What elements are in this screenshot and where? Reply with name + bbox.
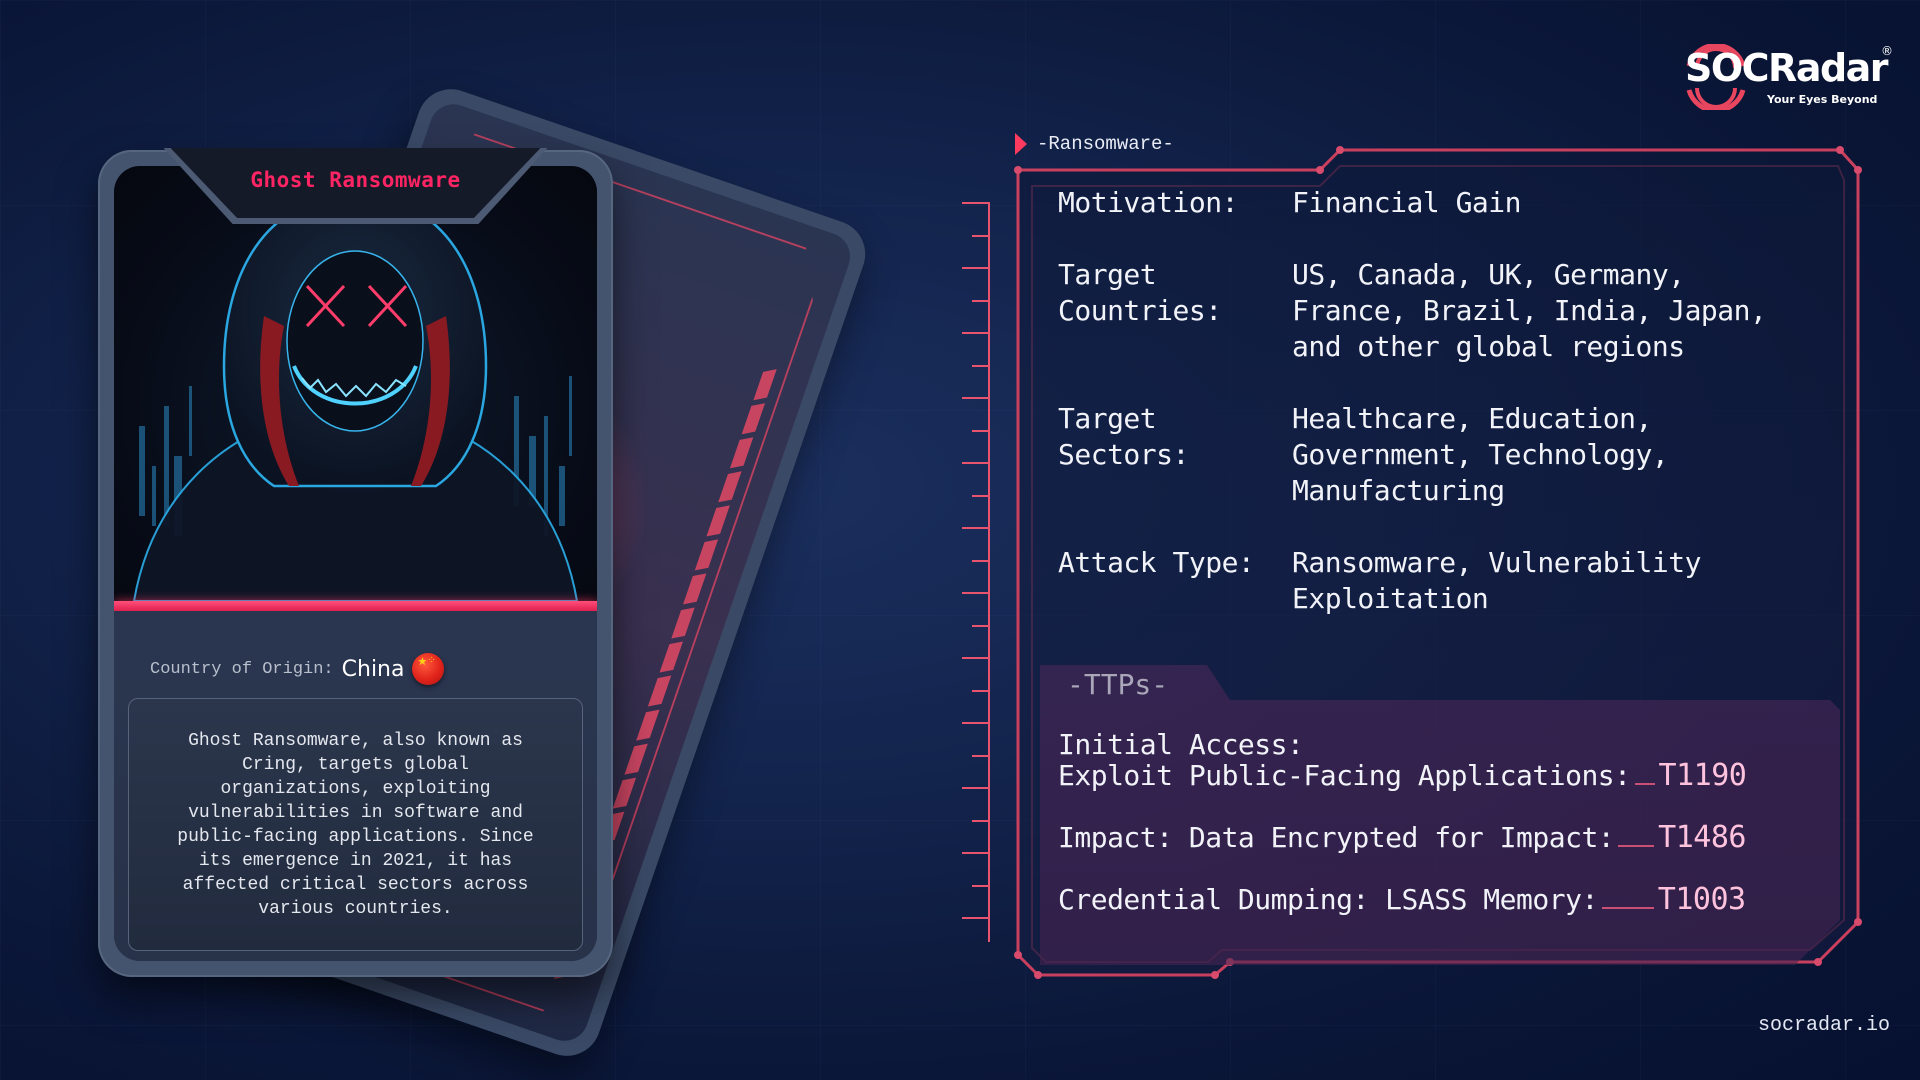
ruler-tick: [972, 429, 990, 432]
info-row-target-countries: Target Countries: US, Canada, UK, German…: [1058, 257, 1838, 365]
ruler-decoration: [960, 202, 990, 942]
socradar-logo[interactable]: SOCRadar ® Your Eyes Beyond: [1685, 42, 1895, 114]
ttp-id: T1190: [1658, 758, 1747, 793]
logo-tagline: Your Eyes Beyond: [1767, 93, 1878, 106]
ruler-tick: [972, 299, 990, 302]
row-value: Financial Gain: [1292, 186, 1522, 219]
ruler-tick: [962, 397, 990, 399]
ttp-id: T1486: [1658, 820, 1746, 855]
ttp-item: Impact: Data Encrypted for Impact: T1486: [1058, 822, 1818, 853]
ruler-tick: [962, 852, 990, 854]
hooded-hacker-image: [114, 166, 597, 601]
threat-info-list: Motivation: Financial Gain Target Countr…: [1058, 185, 1838, 653]
category-tag: -Ransomware-: [1015, 133, 1174, 155]
category-label: -Ransomware-: [1037, 133, 1174, 155]
row-label: Target Sectors:: [1058, 402, 1189, 471]
description-box: Ghost Ransomware, also known as Cring, t…: [128, 698, 583, 951]
ruler-tick: [962, 592, 990, 594]
ttp-name: Impact: Data Encrypted for Impact:: [1058, 821, 1615, 854]
info-row-target-sectors: Target Sectors: Healthcare, Education, G…: [1058, 401, 1838, 509]
info-row-motivation: Motivation: Financial Gain: [1058, 185, 1838, 221]
ttp-leader-line: [1601, 907, 1654, 909]
ruler-tick: [962, 332, 990, 334]
ttp-item: Credential Dumping: LSASS Memory: T1003: [1058, 884, 1818, 915]
origin-label: Country of Origin:: [150, 659, 334, 679]
ttp-name: Initial Access: Exploit Public-Facing Ap…: [1058, 728, 1631, 792]
ruler-tick: [972, 819, 990, 822]
row-label: Motivation:: [1058, 186, 1238, 219]
ttp-name: Credential Dumping: LSASS Memory:: [1058, 883, 1598, 916]
ruler-tick: [972, 754, 990, 757]
logo-wordmark: SOCRadar: [1685, 46, 1889, 90]
triangle-arrow-icon: [1015, 133, 1027, 155]
card-title: Ghost Ransomware: [250, 168, 461, 192]
footer-url[interactable]: socradar.io: [1758, 1014, 1890, 1037]
ruler-tick: [962, 657, 990, 659]
ruler-tick: [972, 234, 990, 237]
ttps-title: -TTPs-: [1067, 668, 1169, 701]
threat-actor-card: Country of Origin: China Ghost Ransomwar…: [98, 148, 613, 977]
ruler-tick: [972, 364, 990, 367]
ruler-tick: [972, 559, 990, 562]
info-row-attack-type: Attack Type: Ransomware, Vulnerability E…: [1058, 545, 1838, 617]
ttp-id: T1003: [1657, 882, 1746, 917]
row-label: Attack Type:: [1058, 546, 1255, 579]
description-text: Ghost Ransomware, also known as Cring, t…: [177, 730, 534, 919]
ttps-list: Initial Access: Exploit Public-Facing Ap…: [1058, 729, 1818, 946]
accent-bar: [114, 601, 597, 611]
registered-mark: ®: [1881, 44, 1893, 58]
ruler-tick: [972, 494, 990, 497]
ruler-tick: [962, 527, 990, 529]
row-label: Target Countries:: [1058, 258, 1222, 327]
ruler-tick: [972, 884, 990, 887]
ttp-leader-line: [1634, 783, 1655, 785]
ruler-tick: [962, 787, 990, 789]
ruler-tick: [962, 917, 990, 919]
ruler-tick: [972, 689, 990, 692]
ruler-tick: [962, 462, 990, 464]
ruler-spine: [988, 202, 990, 942]
ttp-item: Initial Access: Exploit Public-Facing Ap…: [1058, 729, 1818, 791]
ruler-tick: [962, 722, 990, 724]
row-value: Ransomware, Vulnerability Exploitation: [1292, 546, 1701, 615]
china-flag-icon: [412, 653, 445, 685]
country-of-origin: Country of Origin: China: [150, 653, 445, 685]
ttp-leader-line: [1618, 845, 1655, 847]
ruler-tick: [962, 267, 990, 269]
origin-value: China: [341, 656, 405, 682]
row-value: Healthcare, Education, Government, Techn…: [1292, 402, 1669, 507]
ruler-tick: [972, 624, 990, 627]
ruler-tick: [962, 202, 990, 204]
row-value: US, Canada, UK, Germany, France, Brazil,…: [1292, 258, 1767, 363]
